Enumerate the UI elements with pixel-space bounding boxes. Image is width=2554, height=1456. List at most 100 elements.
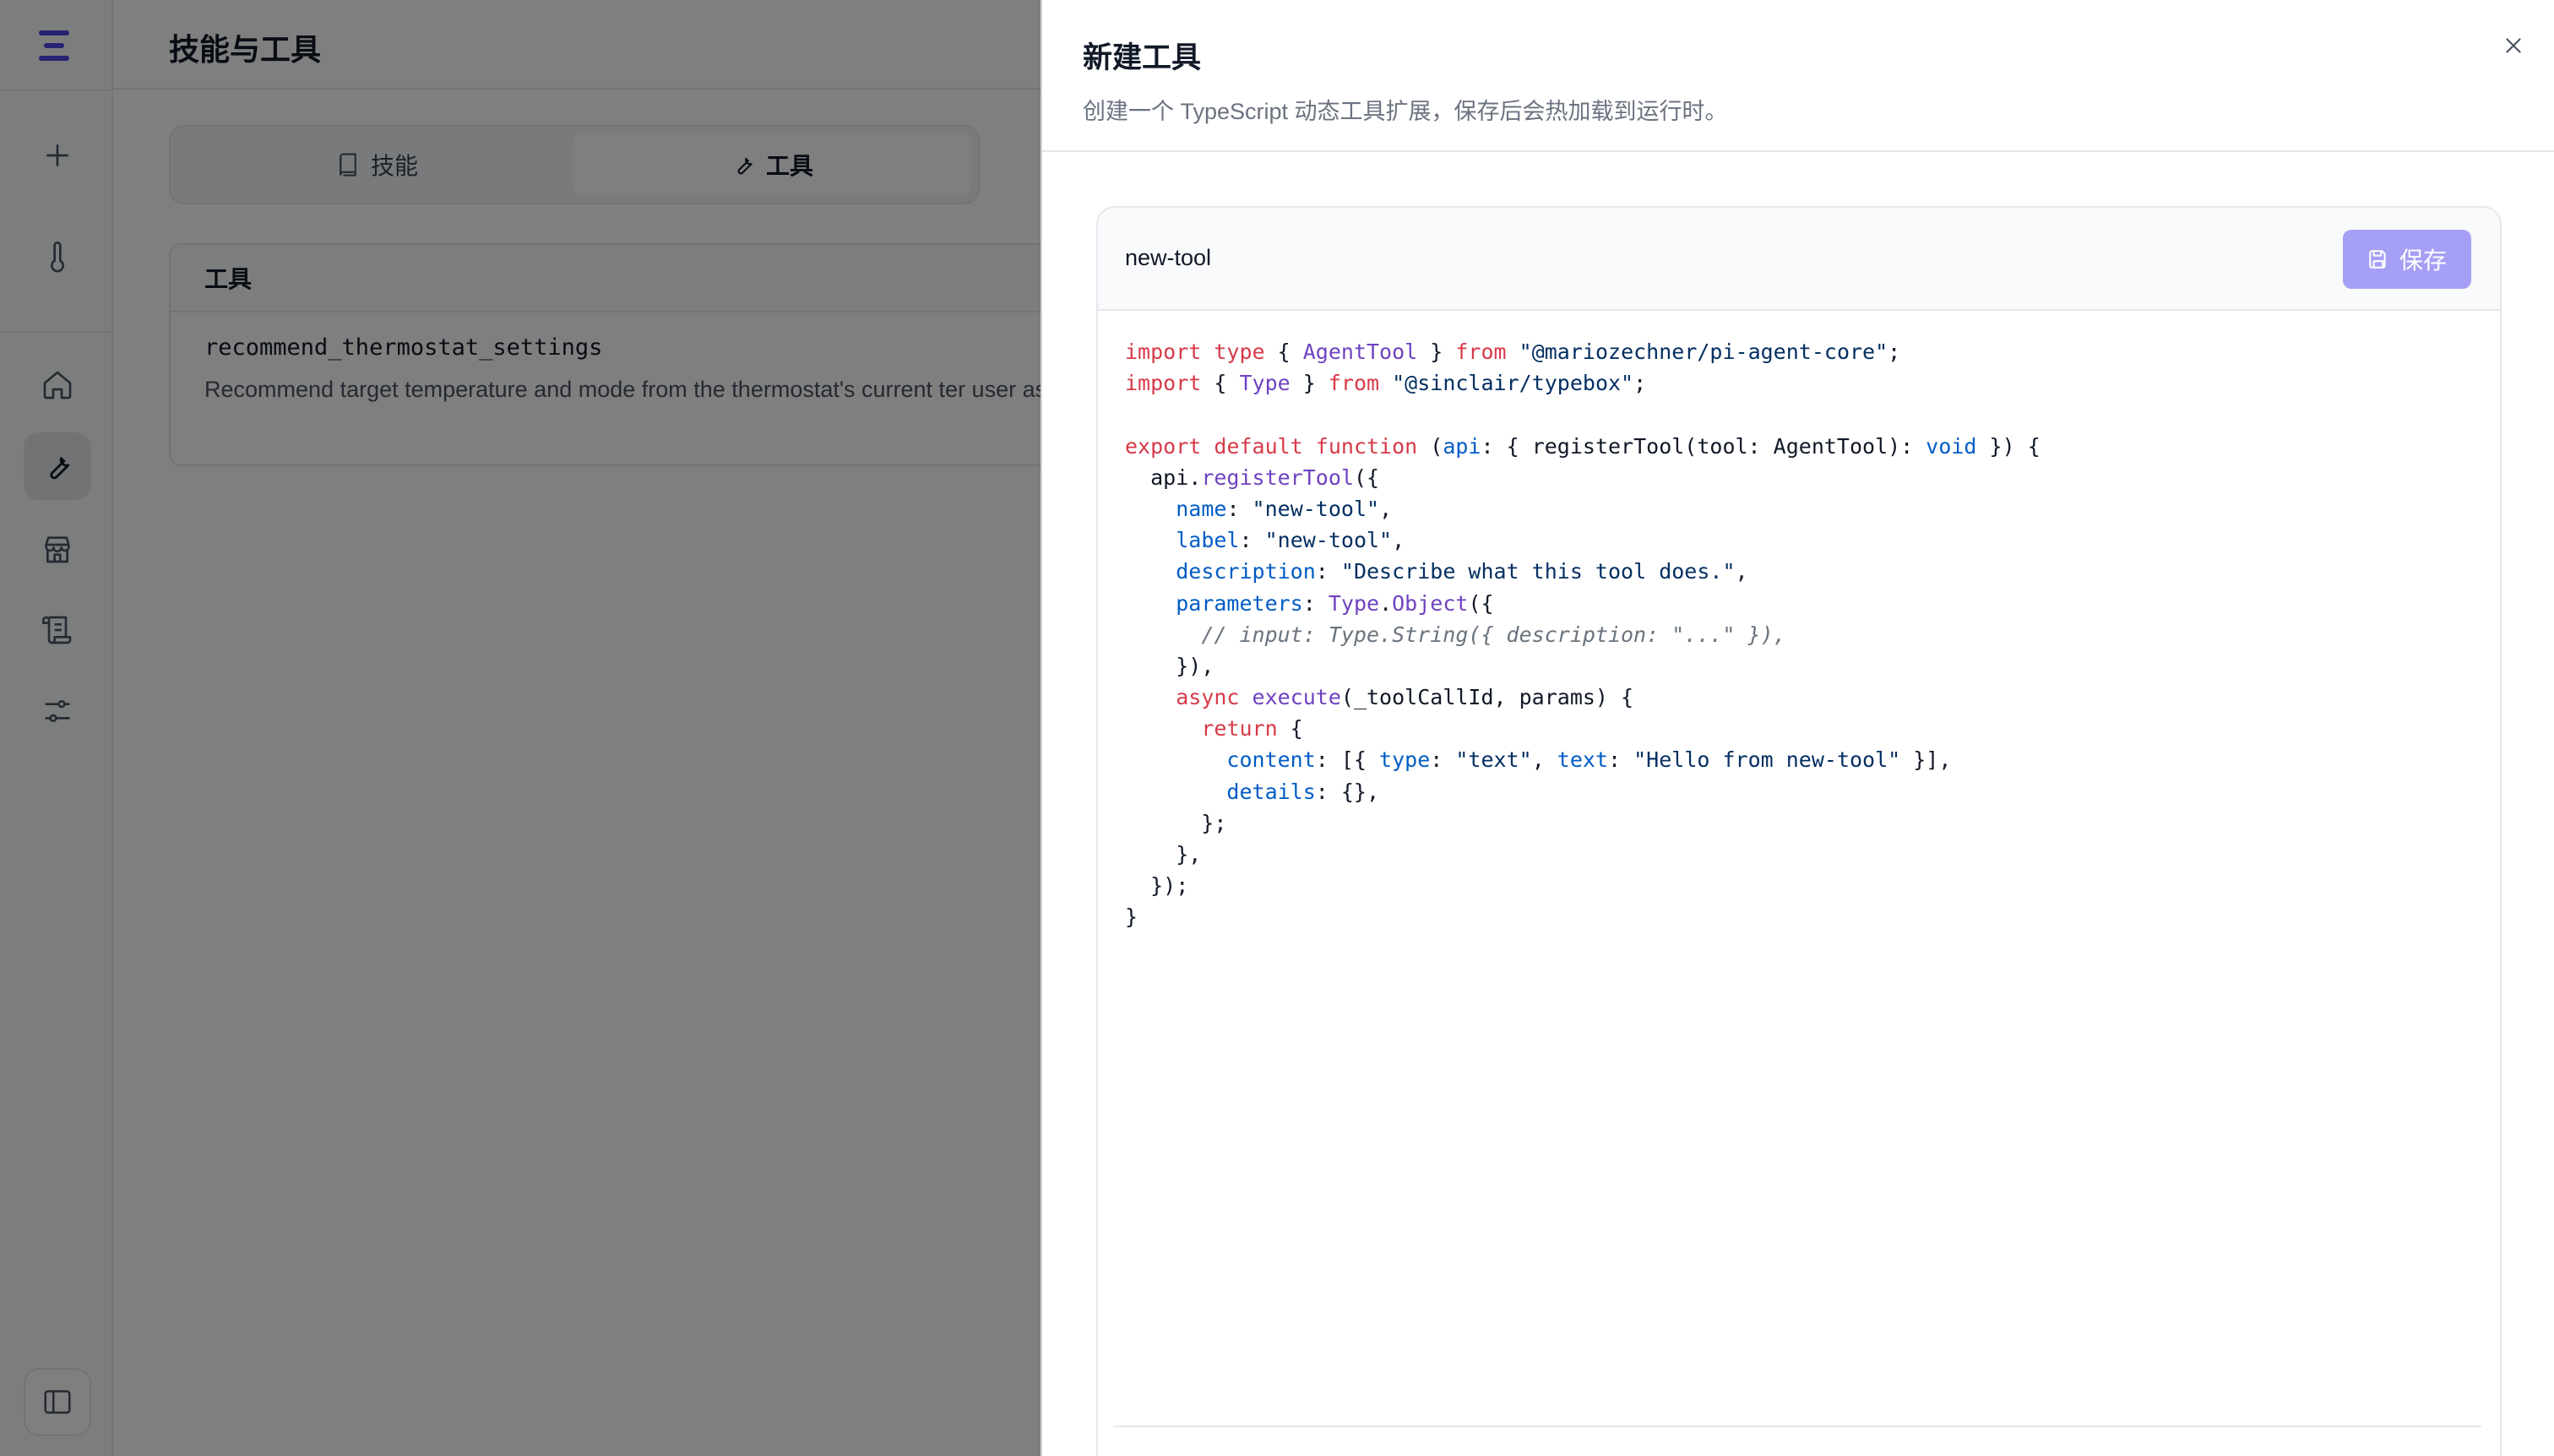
code-line: details: {}, (1125, 776, 2040, 807)
code-token: }) { (1976, 433, 2040, 459)
code-token: : (1239, 528, 1265, 553)
code-token: content (1226, 747, 1316, 773)
code-token: { (1264, 340, 1303, 364)
code-token: export (1125, 433, 1202, 459)
code-token: label (1176, 528, 1240, 553)
save-icon (2369, 250, 2386, 269)
code-token: , (1392, 528, 1405, 553)
code-token: } (1290, 371, 1329, 396)
code-token: }], (1900, 747, 1952, 773)
code-token: "new-tool" (1264, 528, 1393, 553)
file-name: new-tool (1125, 245, 1212, 270)
code-token: , (1735, 559, 1748, 584)
code-token: "Hello from new-tool" (1633, 747, 1901, 773)
code-token: , (1531, 747, 1557, 773)
code-token: async (1176, 685, 1240, 710)
code-token: registerTool (1201, 465, 1354, 490)
drawer-title: 新建工具 (1083, 41, 1202, 74)
code-token: Object (1392, 590, 1469, 616)
drawer-subtitle: 创建一个 TypeScript 动态工具扩展，保存后会热加载到运行时。 (1083, 99, 1728, 124)
code-token: "@mariozechner/pi-agent-core" (1519, 340, 1888, 364)
code-line: }, (1125, 839, 2040, 870)
code-line: export default function (api: { register… (1125, 431, 2040, 462)
code-line: }), (1125, 650, 2040, 682)
code-token: details (1226, 779, 1316, 804)
code-token: // input: Type.String({ description: "..… (1201, 622, 1786, 647)
code-token: import (1125, 371, 1202, 396)
close-icon (2506, 38, 2521, 53)
code-line: }; (1125, 807, 2040, 839)
code-token: api (1443, 433, 1481, 459)
code-line: import type { AgentTool } from "@marioze… (1125, 336, 2040, 367)
code-token: "new-tool" (1252, 496, 1380, 521)
code-token: from (1328, 371, 1380, 396)
code-editor[interactable]: import type { AgentTool } from "@marioze… (1125, 336, 2040, 933)
code-token: , (1379, 496, 1393, 521)
code-token: : (1430, 747, 1456, 773)
code-token: ( (1417, 433, 1443, 459)
close-button[interactable] (2492, 24, 2535, 68)
code-token: return (1201, 716, 1278, 742)
code-token: "text" (1455, 747, 1532, 773)
code-token: from (1455, 340, 1507, 364)
code-token: }, (1125, 842, 1202, 867)
code-token: } (1417, 340, 1456, 364)
code-token: Type (1328, 590, 1380, 616)
code-token: parameters (1176, 590, 1303, 616)
save-label: 保存 (2399, 247, 2447, 274)
code-token: ({ (1468, 590, 1494, 616)
code-token: function (1315, 433, 1418, 459)
code-token: AgentTool (1302, 340, 1418, 364)
code-token: }); (1125, 873, 1189, 899)
code-line: content: [{ type: "text", text: "Hello f… (1125, 744, 2040, 775)
code-token: { (1277, 716, 1303, 742)
code-token: api. (1125, 465, 1202, 490)
code-token: void (1926, 433, 1977, 459)
code-token: } (1125, 905, 1138, 930)
code-token: { (1201, 371, 1240, 396)
code-line: label: "new-tool", (1125, 524, 2040, 556)
code-line: } (1125, 901, 2040, 932)
code-token: (_toolCallId, params) { (1340, 685, 1634, 710)
code-editor-card: new-tool 保存 import type { AgentTool } fr… (1096, 206, 2502, 1456)
code-token: }; (1125, 810, 1227, 835)
code-token: . (1379, 590, 1393, 616)
code-token: }), (1125, 653, 1215, 678)
code-token: : (1226, 496, 1253, 521)
code-token: Type (1239, 371, 1291, 396)
code-line: name: "new-tool", (1125, 493, 2040, 524)
code-token: : (1302, 590, 1329, 616)
code-token: "@sinclair/typebox" (1392, 371, 1634, 396)
save-button[interactable]: 保存 (2343, 230, 2471, 289)
code-line: // input: Type.String({ description: "..… (1125, 619, 2040, 650)
code-line: async execute(_toolCallId, params) { (1125, 682, 2040, 713)
code-token: : {}, (1315, 779, 1380, 804)
drawer-header: 新建工具 创建一个 TypeScript 动态工具扩展，保存后会热加载到运行时。 (1042, 0, 2554, 152)
code-token: name (1176, 496, 1227, 521)
code-token: import (1125, 340, 1202, 364)
code-line: return { (1125, 713, 2040, 744)
code-line: import { Type } from "@sinclair/typebox"… (1125, 367, 2040, 399)
code-token: "Describe what this tool does." (1340, 559, 1736, 584)
code-token: type (1379, 747, 1431, 773)
code-token: ; (1633, 371, 1647, 396)
code-token: type (1214, 340, 1265, 364)
code-token: : (1608, 747, 1634, 773)
code-token: ; (1888, 340, 1901, 364)
code-line: api.registerTool({ (1125, 462, 2040, 493)
code-token: ({ (1353, 465, 1380, 490)
